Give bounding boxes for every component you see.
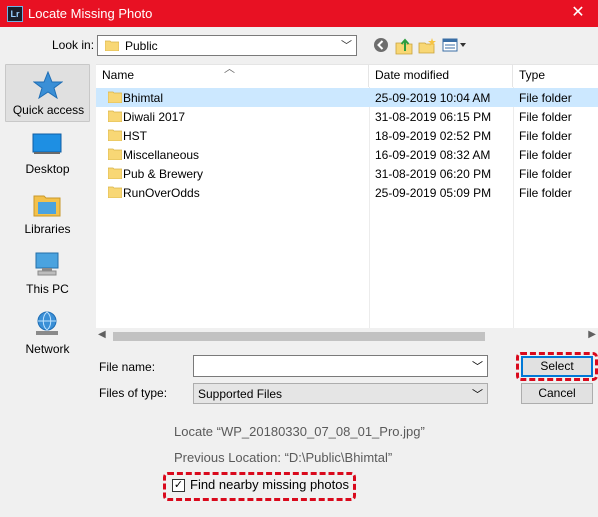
libraries-icon	[33, 195, 61, 217]
place-libraries[interactable]: Libraries	[5, 184, 90, 242]
file-name: HST	[123, 129, 147, 143]
file-date: 31-08-2019 06:15 PM	[375, 110, 492, 124]
folder-icon	[108, 129, 122, 141]
table-row[interactable]: HST 18-09-2019 02:52 PM File folder	[96, 126, 598, 145]
file-type-select[interactable]: Supported Files ﹀	[193, 383, 488, 404]
up-folder-icon[interactable]	[395, 37, 413, 55]
window-title: Locate Missing Photo	[28, 6, 153, 21]
place-label: Network	[25, 342, 70, 356]
file-type: File folder	[519, 167, 572, 181]
table-row[interactable]: Miscellaneous 16-09-2019 08:32 AM File f…	[96, 145, 598, 164]
file-type: File folder	[519, 186, 572, 200]
network-icon	[36, 311, 58, 335]
previous-location-text: Previous Location: “D:\Public\Bhimtal”	[174, 450, 393, 465]
lightroom-app-icon: Lr	[7, 6, 23, 22]
file-type-value: Supported Files	[198, 387, 283, 401]
scroll-right-icon[interactable]: ▶	[588, 329, 596, 340]
chevron-down-icon[interactable]: ﹀	[472, 358, 483, 374]
folder-icon	[108, 91, 122, 103]
folder-icon	[108, 186, 122, 198]
file-type: File folder	[519, 148, 572, 162]
place-label: Libraries	[24, 222, 71, 236]
column-header-date[interactable]: Date modified	[369, 65, 513, 87]
file-name: Bhimtal	[123, 91, 164, 105]
look-in-value: Public	[125, 39, 158, 53]
find-nearby-checkbox[interactable]: ✓	[172, 479, 185, 492]
look-in-label: Look in:	[52, 38, 95, 52]
table-row[interactable]: RunOverOdds 25-09-2019 05:09 PM File fol…	[96, 183, 598, 202]
select-button[interactable]: Select	[521, 356, 593, 377]
star-icon	[33, 71, 63, 99]
file-type: File folder	[519, 129, 572, 143]
scroll-left-icon[interactable]: ◀	[98, 329, 106, 340]
computer-icon	[35, 252, 59, 276]
file-date: 31-08-2019 06:20 PM	[375, 167, 492, 181]
file-list[interactable]: ︿ Name Date modified Type Bhimtal 25-09-…	[96, 63, 598, 345]
find-nearby-label: Find nearby missing photos	[190, 477, 349, 492]
places-bar: Quick access Desktop Libraries This PC N…	[5, 64, 90, 384]
folder-icon	[108, 167, 122, 179]
table-row[interactable]: Diwali 2017 31-08-2019 06:15 PM File fol…	[96, 107, 598, 126]
folder-icon	[108, 148, 122, 160]
file-date: 18-09-2019 02:52 PM	[375, 129, 492, 143]
place-this-pc[interactable]: This PC	[5, 244, 90, 302]
look-in-dropdown[interactable]: Public ﹀	[97, 35, 357, 56]
file-type: File folder	[519, 110, 572, 124]
file-name-label: File name:	[99, 360, 156, 374]
column-header-name[interactable]: ︿ Name	[96, 63, 369, 87]
place-label: Quick access	[12, 103, 85, 117]
place-desktop[interactable]: Desktop	[5, 124, 90, 182]
place-label: This PC	[26, 282, 69, 296]
cancel-button[interactable]: Cancel	[521, 383, 593, 404]
file-name: RunOverOdds	[123, 186, 200, 200]
chevron-down-icon: ﹀	[472, 389, 483, 401]
locate-info-text: Locate “WP_20180330_07_08_01_Pro.jpg”	[174, 424, 425, 439]
file-name: Diwali 2017	[123, 110, 186, 124]
file-date: 16-09-2019 08:32 AM	[375, 148, 491, 162]
file-name: Miscellaneous	[123, 148, 200, 162]
chevron-down-icon: ﹀	[341, 40, 352, 52]
view-menu-icon[interactable]	[442, 37, 468, 55]
file-date: 25-09-2019 05:09 PM	[375, 186, 492, 200]
horizontal-scrollbar[interactable]: ◀ ▶	[96, 328, 598, 345]
new-folder-icon[interactable]	[418, 37, 436, 55]
title-bar: Lr Locate Missing Photo ✕	[0, 0, 598, 27]
file-type: File folder	[519, 91, 572, 105]
table-row[interactable]: Bhimtal 25-09-2019 10:04 AM File folder	[96, 88, 598, 107]
file-name-input[interactable]: ﹀	[193, 355, 488, 377]
sort-ascending-icon: ︿	[224, 63, 235, 75]
desktop-icon	[32, 133, 62, 154]
place-network[interactable]: Network	[5, 304, 90, 362]
folder-icon	[105, 40, 119, 51]
scrollbar-thumb[interactable]	[113, 332, 485, 341]
folder-icon	[108, 110, 122, 122]
file-name: Pub & Brewery	[123, 167, 204, 181]
place-quick-access[interactable]: Quick access	[5, 64, 90, 122]
file-date: 25-09-2019 10:04 AM	[375, 91, 491, 105]
back-icon[interactable]	[372, 37, 390, 55]
table-row[interactable]: Pub & Brewery 31-08-2019 06:20 PM File f…	[96, 164, 598, 183]
close-icon[interactable]: ✕	[558, 0, 598, 27]
column-header-type[interactable]: Type	[513, 65, 598, 87]
file-type-label: Files of type:	[99, 386, 168, 400]
place-label: Desktop	[25, 162, 70, 176]
find-nearby-option[interactable]: ✓ Find nearby missing photos	[163, 472, 356, 500]
